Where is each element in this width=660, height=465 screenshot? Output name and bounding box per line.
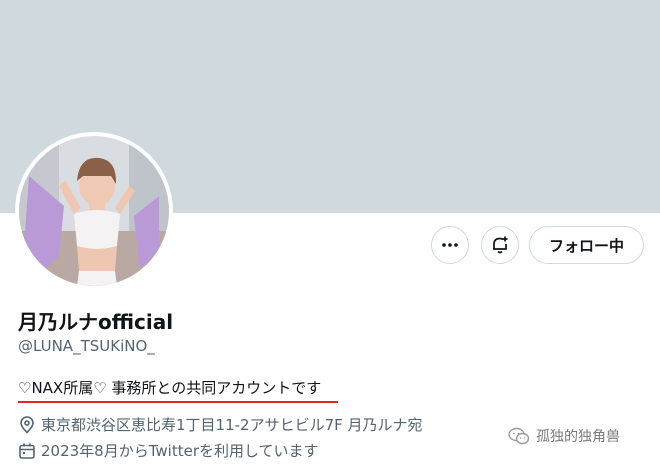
notify-button[interactable] [481, 226, 519, 264]
bell-plus-icon [490, 235, 510, 255]
red-underline-annotation [18, 401, 338, 403]
joined-text: 2023年8月からTwitterを利用しています [41, 442, 319, 460]
user-handle: @LUNA_TSUKiNO_ [18, 337, 155, 355]
watermark-text: 孤独的独角兽 [536, 429, 620, 445]
wechat-icon [508, 427, 530, 445]
following-button-label: フォロー中 [548, 236, 624, 255]
more-button[interactable] [431, 226, 469, 264]
location-text: 東京都渋谷区恵比寿1丁目11-2アサヒビル7F 月乃ルナ宛 [41, 416, 423, 434]
profile-joined-date: 2023年8月からTwitterを利用しています [18, 440, 319, 461]
following-button[interactable]: フォロー中 [529, 226, 644, 264]
profile-bio: ♡NAX所属♡ 事務所との共同アカウントです [18, 379, 322, 397]
avatar-ring [15, 132, 173, 290]
profile-location: 東京都渋谷区恵比寿1丁目11-2アサヒビル7F 月乃ルナ宛 [18, 414, 423, 435]
display-name: 月乃ルナofficial [18, 310, 174, 334]
more-icon [441, 236, 459, 254]
avatar[interactable] [19, 136, 169, 286]
watermark: 孤独的独角兽 [508, 426, 620, 446]
location-pin-icon [18, 415, 36, 434]
calendar-icon [18, 442, 36, 460]
